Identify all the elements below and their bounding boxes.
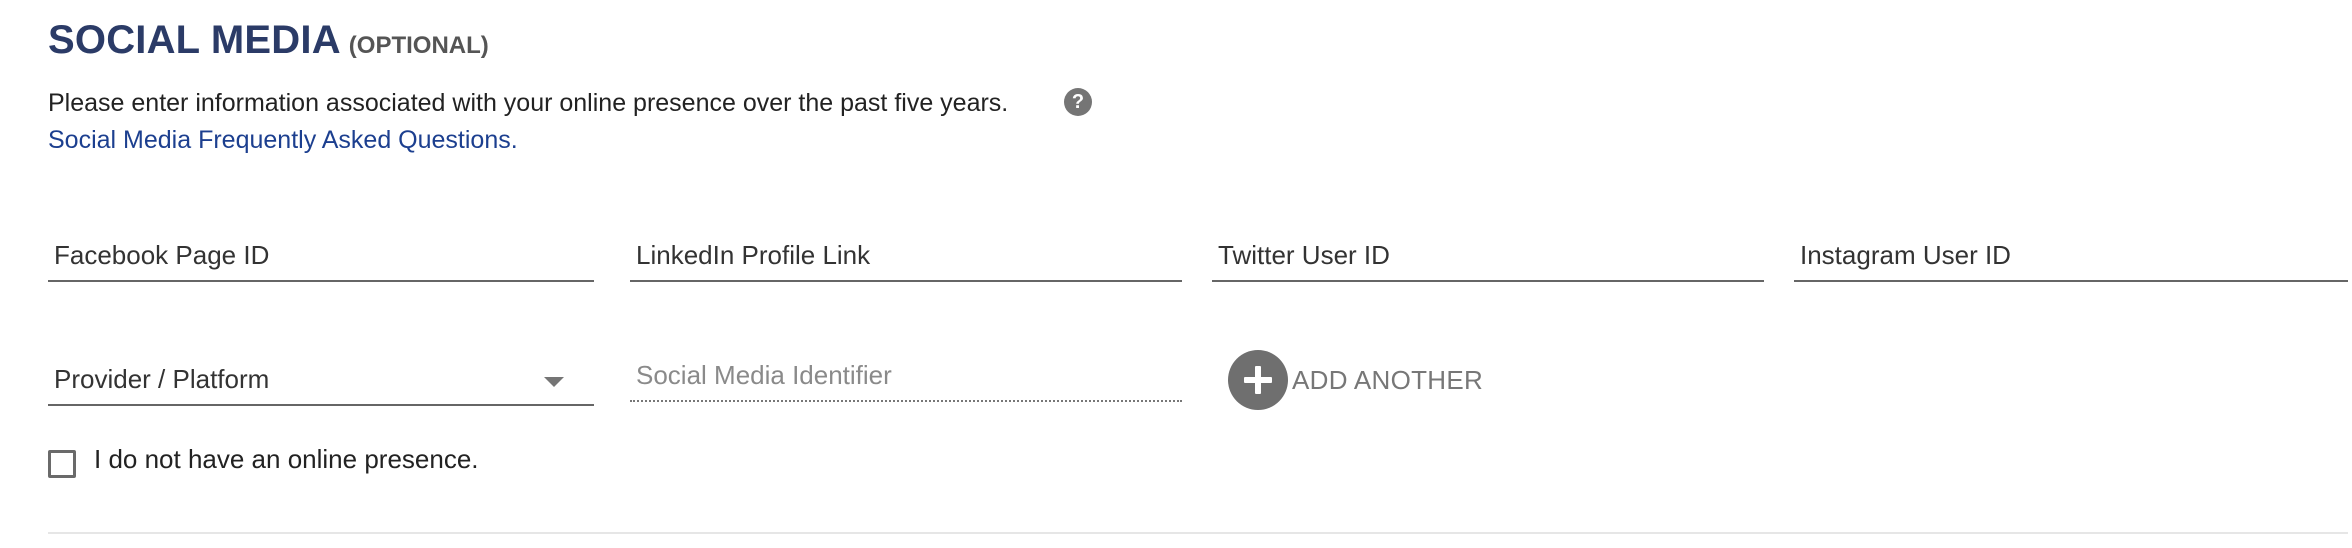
section-header: SOCIAL MEDIA (OPTIONAL) xyxy=(48,18,489,63)
question-circle-icon[interactable]: ? xyxy=(1064,88,1092,116)
caret-down-icon xyxy=(544,377,564,387)
linkedin-profile-link-field[interactable]: LinkedIn Profile Link xyxy=(630,236,1182,282)
social-media-identifier-placeholder: Social Media Identifier xyxy=(636,360,892,390)
social-media-identifier-input[interactable]: Social Media Identifier xyxy=(630,356,1182,402)
facebook-page-id-label: Facebook Page ID xyxy=(54,240,270,270)
no-online-presence-checkbox[interactable] xyxy=(48,449,76,478)
section-description: Please enter information associated with… xyxy=(48,89,1009,117)
section-divider xyxy=(48,532,2348,534)
add-another-button[interactable]: ADD ANOTHER xyxy=(1228,350,1483,410)
provider-platform-select[interactable]: Provider / Platform xyxy=(48,360,594,406)
section-title: SOCIAL MEDIA xyxy=(48,18,341,62)
add-another-label: ADD ANOTHER xyxy=(1292,364,1484,395)
social-media-section: SOCIAL MEDIA (OPTIONAL) Please enter info… xyxy=(0,0,2352,548)
faq-row: Social Media Frequently Asked Questions. xyxy=(48,126,518,155)
twitter-user-id-label: Twitter User ID xyxy=(1218,240,1390,270)
no-online-presence-option[interactable]: I do not have an online presence. xyxy=(48,444,479,479)
linkedin-profile-link-label: LinkedIn Profile Link xyxy=(636,240,871,270)
facebook-page-id-field[interactable]: Facebook Page ID xyxy=(48,236,594,282)
optional-tag: (OPTIONAL) xyxy=(348,32,489,59)
instagram-user-id-label: Instagram User ID xyxy=(1800,240,2011,270)
faq-period: . xyxy=(510,126,518,154)
plus-circle-icon xyxy=(1228,350,1288,410)
instagram-user-id-field[interactable]: Instagram User ID xyxy=(1794,236,2348,282)
faq-link[interactable]: Social Media Frequently Asked Questions xyxy=(48,126,511,154)
no-online-presence-label: I do not have an online presence. xyxy=(94,444,479,474)
twitter-user-id-field[interactable]: Twitter User ID xyxy=(1212,236,1764,282)
provider-platform-value: Provider / Platform xyxy=(54,364,270,394)
